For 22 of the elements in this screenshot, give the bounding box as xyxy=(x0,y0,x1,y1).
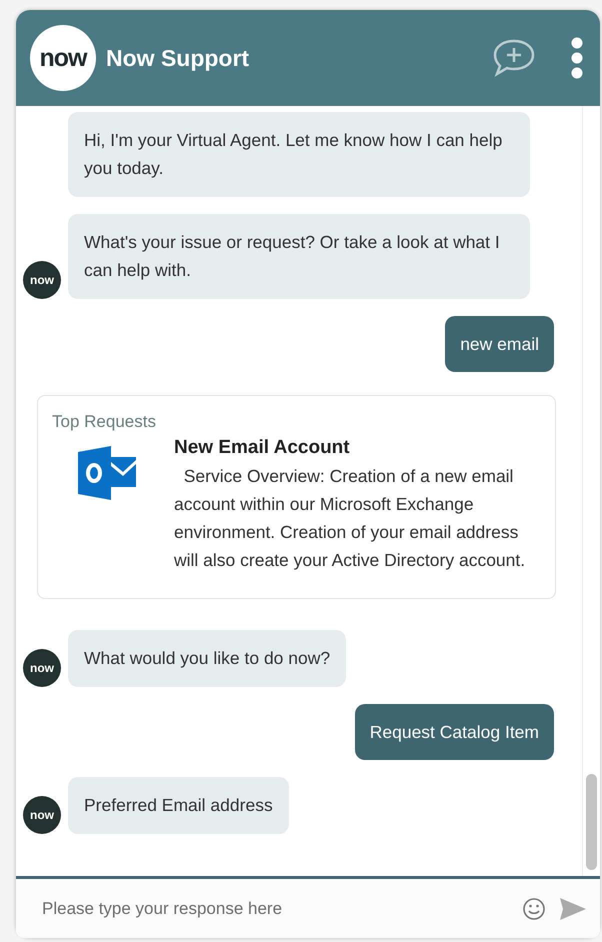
send-icon[interactable] xyxy=(560,898,586,920)
agent-message: Hi, I'm your Virtual Agent. Let me know how I can help you today. xyxy=(68,112,530,197)
request-card[interactable] xyxy=(37,395,556,599)
response-input[interactable]: Please type your response here xyxy=(40,898,508,920)
agent-avatar: now xyxy=(23,796,61,834)
user-message: new email xyxy=(445,316,554,372)
agent-message: What would you like to do now? xyxy=(68,630,346,687)
emoji-icon[interactable] xyxy=(522,896,546,920)
logo: now xyxy=(30,25,96,91)
agent-message: Preferred Email address xyxy=(68,777,289,834)
response-field[interactable]: Please type your response here xyxy=(16,876,600,938)
card-heading: Top Requests xyxy=(52,412,157,432)
scrollbar[interactable] xyxy=(586,774,597,870)
mail-app-icon xyxy=(78,446,136,500)
new-chat-icon[interactable] xyxy=(492,38,536,78)
chat-title: Now Support xyxy=(106,44,250,72)
agent-avatar: now xyxy=(23,261,61,299)
user-message: Request Catalog Item xyxy=(354,704,554,760)
card-description: Service Overview: Creation of a new email account within our Microsoft Exchange environment. Creation of your email address will also create your Active Directory account. xyxy=(174,465,526,572)
card-title: New Email Account xyxy=(174,436,351,460)
agent-avatar: now xyxy=(23,649,61,687)
agent-message: What's your issue or request? Or take a look at what I can help with. xyxy=(68,214,530,299)
